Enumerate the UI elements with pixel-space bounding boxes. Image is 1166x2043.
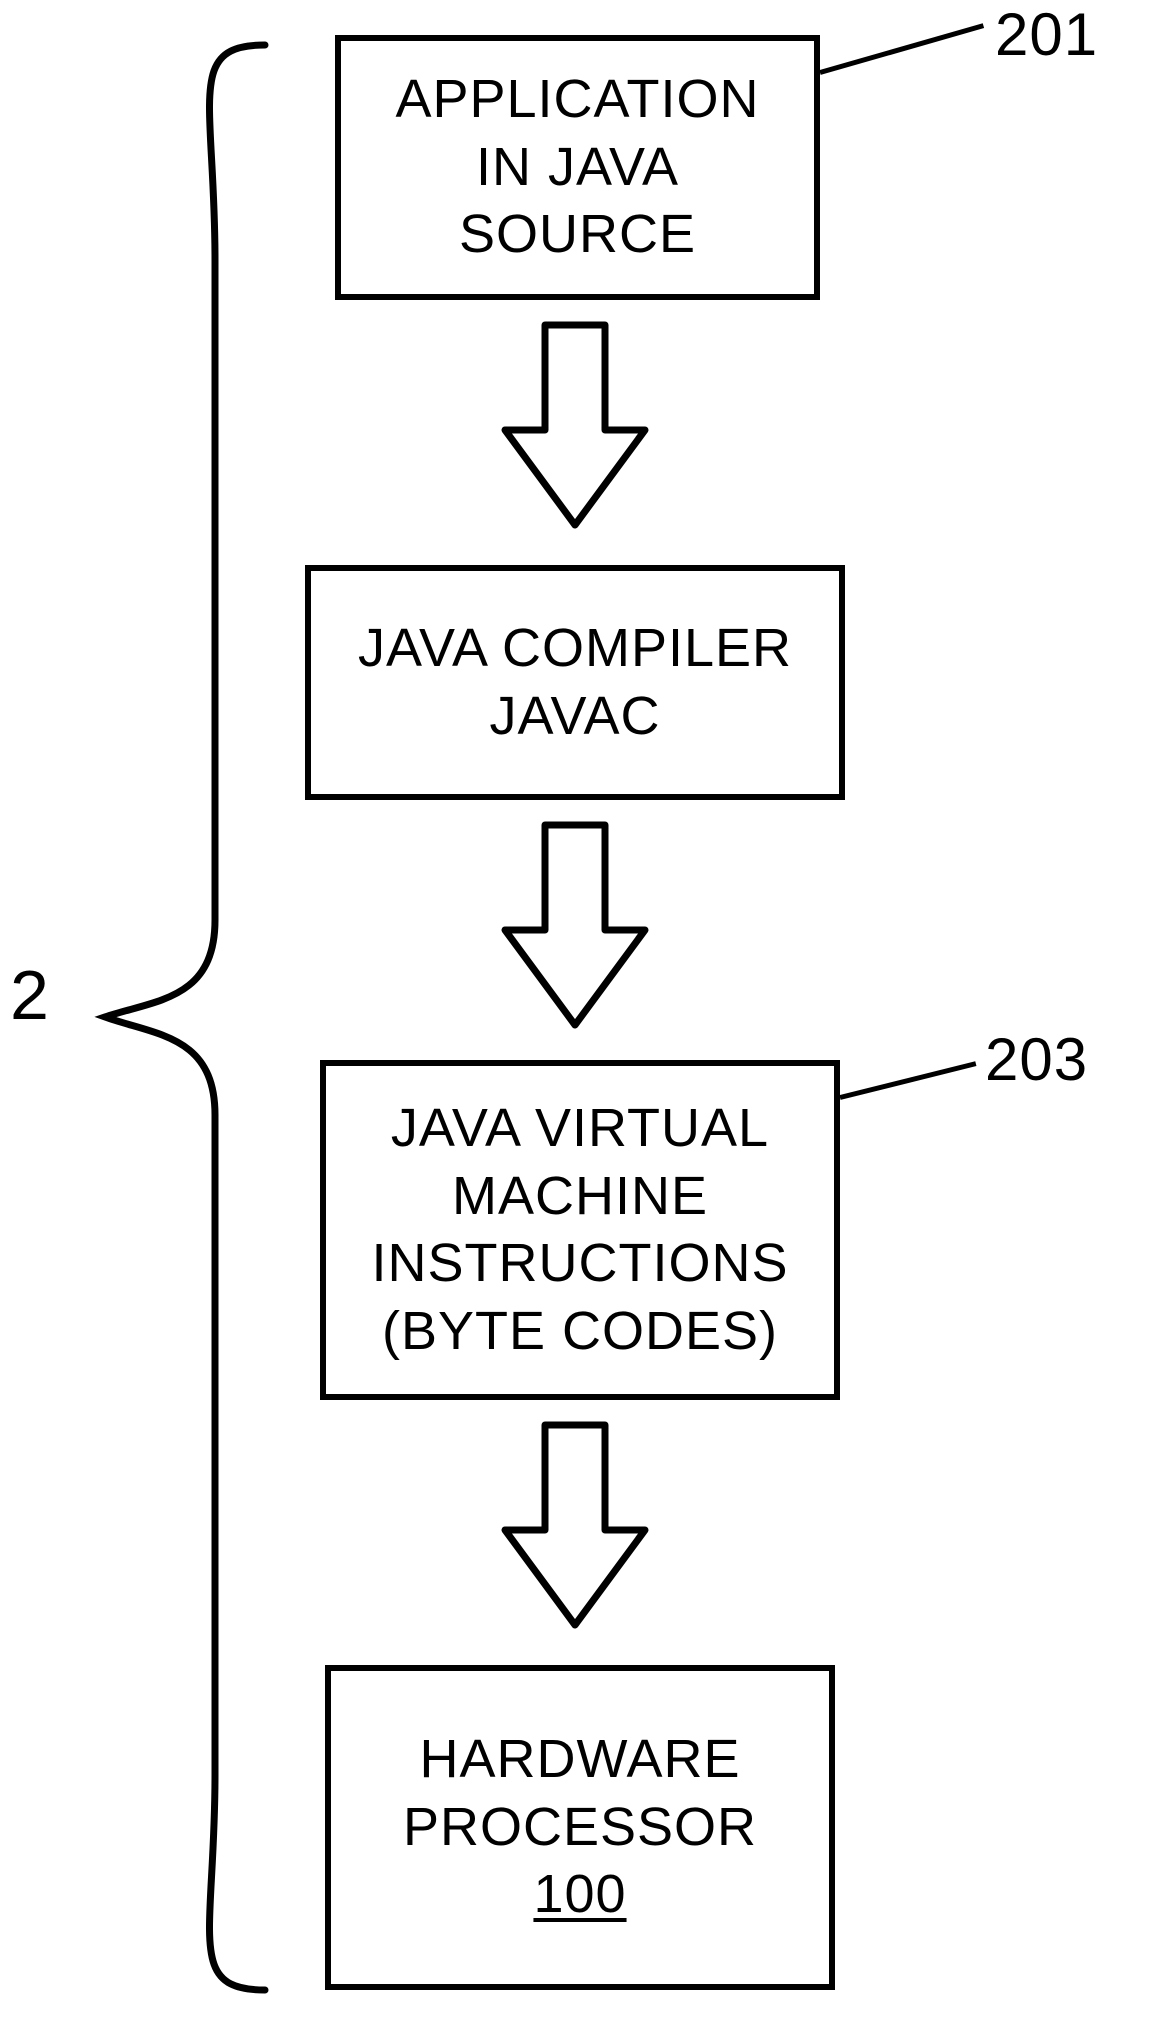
box3-line3: INSTRUCTIONS [372,1230,789,1298]
box-java-compiler: JAVA COMPILER JAVAC [305,565,845,800]
diagram-canvas: 2 APPLICATION IN JAVA SOURCE 201 JAVA CO… [0,0,1166,2043]
box4-line1: HARDWARE [419,1726,740,1794]
box2-line2: JAVAC [489,683,660,751]
box4-line2: PROCESSOR [403,1794,757,1862]
box2-line1: JAVA COMPILER [358,615,792,683]
callout-203: 203 [985,1030,1088,1090]
box4-ref: 100 [533,1861,626,1929]
callout-line-203 [839,1061,976,1100]
arrow-2 [500,820,650,1035]
box1-line2: IN JAVA [476,134,679,202]
group-brace [85,40,275,1995]
box1-line3: SOURCE [459,201,696,269]
box3-line4: (BYTE CODES) [382,1298,778,1366]
box-hardware-processor: HARDWARE PROCESSOR 100 [325,1665,835,1990]
figure-group-label: 2 [10,960,49,1030]
box3-line1: JAVA VIRTUAL [391,1095,769,1163]
arrow-3 [500,1420,650,1635]
box-application-java-source: APPLICATION IN JAVA SOURCE [335,35,820,300]
box1-line1: APPLICATION [395,66,759,134]
box3-line2: MACHINE [452,1163,708,1231]
box-jvm-bytecodes: JAVA VIRTUAL MACHINE INSTRUCTIONS (BYTE … [320,1060,840,1400]
callout-201: 201 [995,5,1098,65]
arrow-1 [500,320,650,535]
callout-line-201 [819,23,984,75]
